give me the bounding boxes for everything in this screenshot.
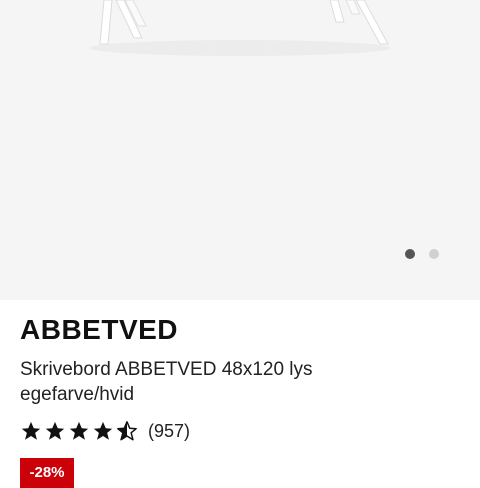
carousel-dot-2[interactable] — [429, 249, 439, 259]
rating-stars — [20, 420, 138, 442]
carousel-dot-1[interactable] — [405, 249, 415, 259]
product-description: Skrivebord ABBETVED 48x120 lys egefarve/… — [20, 359, 313, 405]
product-brand: ABBETVED — [20, 314, 179, 345]
star-icon — [21, 421, 41, 440]
star-icon — [69, 421, 89, 440]
discount-badge: -28% — [20, 458, 74, 488]
carousel-indicators — [405, 249, 439, 259]
rating-count: (957) — [148, 420, 191, 441]
star-icon — [45, 421, 65, 440]
product-rating[interactable]: (957) — [20, 420, 190, 442]
product-image[interactable] — [0, 0, 480, 300]
star-icon — [93, 421, 113, 440]
star-half-icon — [117, 421, 137, 441]
